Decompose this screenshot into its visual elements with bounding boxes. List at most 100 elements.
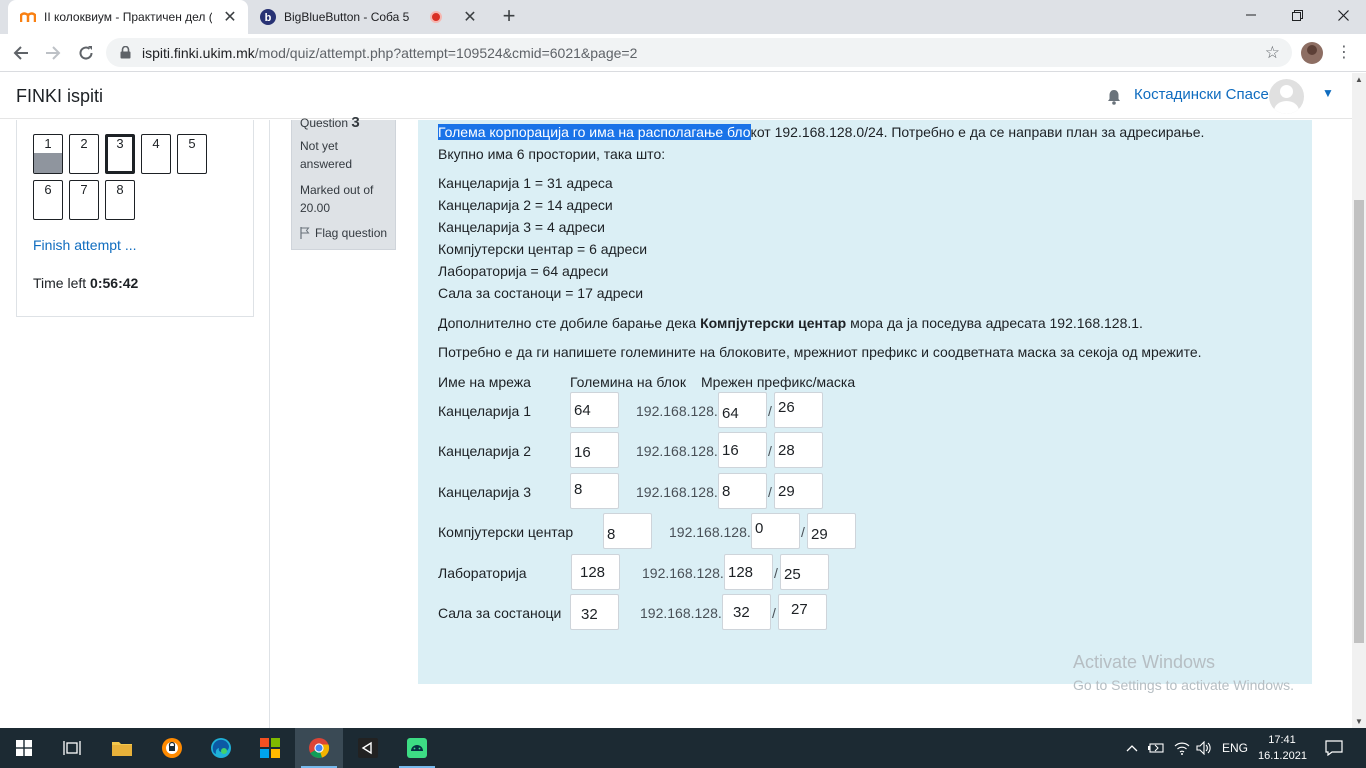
requirement-item: Канцеларија 2 = 14 адреси bbox=[438, 197, 613, 213]
slash-separator: / bbox=[801, 524, 805, 540]
block-size-input[interactable] bbox=[570, 432, 619, 468]
requirement-item: Компјутерски центар = 6 адреси bbox=[438, 241, 648, 257]
recording-icon bbox=[430, 11, 442, 23]
reload-icon[interactable] bbox=[73, 40, 99, 66]
network-prefix-input[interactable] bbox=[724, 554, 773, 590]
network-name: Канцеларија 1 bbox=[438, 403, 531, 419]
browser-menu-icon[interactable]: ⋮ bbox=[1334, 44, 1354, 62]
requirement-item: Сала за состаноци = 17 адреси bbox=[438, 285, 644, 301]
tab-close-icon[interactable]: ✕ bbox=[220, 7, 240, 27]
notification-bell-icon[interactable] bbox=[1106, 89, 1122, 105]
quiz-nav-button-2[interactable]: 2 bbox=[69, 134, 99, 174]
action-center-icon[interactable] bbox=[1325, 728, 1343, 768]
network-prefix-input[interactable] bbox=[718, 473, 767, 509]
show-hidden-icons-icon[interactable] bbox=[1126, 728, 1138, 768]
back-icon[interactable] bbox=[8, 40, 34, 66]
instruction-text: Потребно е да ги напишете големините на … bbox=[438, 344, 1202, 360]
close-window-icon[interactable] bbox=[1320, 0, 1366, 30]
mask-input[interactable] bbox=[774, 392, 823, 428]
network-name: Сала за состаноци bbox=[438, 605, 562, 621]
question-number: Question 3 bbox=[300, 114, 360, 131]
user-name[interactable]: Костадински Спасе bbox=[1134, 86, 1269, 103]
quiz-nav-button-8[interactable]: 8 bbox=[105, 180, 135, 220]
network-name: Лабораторија bbox=[438, 565, 527, 581]
tab-title: BigBlueButton - Соба 5 bbox=[284, 10, 410, 24]
tab-title: II колоквиум - Практичен дел (р bbox=[44, 10, 212, 24]
user-avatar[interactable] bbox=[1269, 79, 1304, 114]
mask-input[interactable] bbox=[774, 473, 823, 509]
question-grade: Marked out of 20.00 bbox=[300, 183, 374, 215]
mask-input[interactable] bbox=[780, 554, 829, 590]
edge-browser-icon[interactable] bbox=[197, 728, 245, 768]
time-left-value: 0:56:42 bbox=[90, 275, 139, 291]
flag-question-link[interactable]: Flag question bbox=[300, 226, 387, 240]
block-size-input[interactable] bbox=[570, 473, 619, 509]
site-name[interactable]: FINKI ispiti bbox=[16, 86, 103, 107]
quiz-nav-button-6[interactable]: 6 bbox=[33, 180, 63, 220]
maximize-icon[interactable] bbox=[1274, 0, 1320, 30]
wifi-icon[interactable] bbox=[1174, 728, 1190, 768]
prefix-text: 192.168.128. bbox=[636, 403, 718, 419]
user-menu-caret-icon[interactable]: ▼ bbox=[1322, 86, 1334, 100]
mask-input[interactable] bbox=[774, 432, 823, 468]
tab-quiz[interactable]: II колоквиум - Практичен дел (р ✕ bbox=[8, 0, 248, 34]
network-name: Канцеларија 2 bbox=[438, 443, 531, 459]
quiz-nav-button-7[interactable]: 7 bbox=[69, 180, 99, 220]
mask-input[interactable] bbox=[807, 513, 856, 549]
network-prefix-input[interactable] bbox=[722, 594, 771, 630]
quiz-nav-button-5[interactable]: 5 bbox=[177, 134, 207, 174]
minimize-icon[interactable] bbox=[1228, 0, 1274, 30]
activate-windows-watermark: Activate Windows Go to Settings to activ… bbox=[1073, 652, 1294, 693]
input-language[interactable]: ENG bbox=[1222, 728, 1248, 768]
browser-profile-avatar[interactable] bbox=[1301, 42, 1323, 64]
lock-icon[interactable] bbox=[118, 46, 132, 60]
tab-close-icon[interactable]: ✕ bbox=[460, 7, 480, 27]
question-content: Голема корпорација го има на располагање… bbox=[418, 120, 1312, 684]
volume-icon[interactable] bbox=[1196, 728, 1212, 768]
quiz-nav-button-4[interactable]: 4 bbox=[141, 134, 171, 174]
scrollbar-thumb[interactable] bbox=[1354, 200, 1364, 643]
file-explorer-icon[interactable] bbox=[98, 728, 146, 768]
network-prefix-input[interactable] bbox=[751, 513, 800, 549]
address-bar[interactable]: ispiti.finki.ukim.mk/mod/quiz/attempt.ph… bbox=[106, 38, 1292, 67]
browser-tab-strip: II колоквиум - Практичен дел (р ✕ b BigB… bbox=[0, 0, 1366, 34]
unity-icon[interactable] bbox=[344, 728, 392, 768]
block-size-input[interactable] bbox=[570, 392, 619, 428]
forward-icon[interactable] bbox=[40, 40, 66, 66]
quiz-nav-button-1[interactable]: 1 bbox=[33, 134, 63, 174]
scroll-up-icon[interactable]: ▲ bbox=[1355, 75, 1363, 84]
mask-input[interactable] bbox=[778, 594, 827, 630]
column-header-prefix: Мрежен префикс/маска bbox=[701, 374, 856, 390]
battery-icon[interactable] bbox=[1148, 728, 1166, 768]
prefix-text: 192.168.128. bbox=[669, 524, 751, 540]
column-header-size: Големина на блок bbox=[570, 374, 686, 390]
vertical-scrollbar[interactable]: ▲ ▼ bbox=[1352, 73, 1366, 728]
slash-separator: / bbox=[768, 484, 772, 500]
requirement-item: Канцеларија 1 = 31 адреса bbox=[438, 175, 613, 191]
block-size-input[interactable] bbox=[571, 554, 620, 590]
windows-taskbar: ENG 17:41 16.1.2021 bbox=[0, 728, 1366, 768]
quiz-nav-button-3[interactable]: 3 bbox=[105, 134, 135, 174]
chrome-icon[interactable] bbox=[295, 728, 343, 768]
android-studio-icon[interactable] bbox=[393, 728, 441, 768]
browser-toolbar: ispiti.finki.ukim.mk/mod/quiz/attempt.ph… bbox=[0, 34, 1366, 72]
prefix-text: 192.168.128. bbox=[640, 605, 722, 621]
block-size-input[interactable] bbox=[603, 513, 652, 549]
tab-bigbluebutton[interactable]: b BigBlueButton - Соба 5 ✕ bbox=[248, 0, 488, 34]
windows-start-icon[interactable] bbox=[0, 728, 48, 768]
vpn-shield-icon[interactable] bbox=[148, 728, 196, 768]
question-info-box: Question 3 Not yet answered Marked out o… bbox=[291, 114, 396, 250]
bookmark-star-icon[interactable]: ☆ bbox=[1265, 43, 1280, 63]
scroll-down-icon[interactable]: ▼ bbox=[1355, 717, 1363, 726]
svg-text:b: b bbox=[265, 12, 272, 24]
store-app-icon[interactable] bbox=[246, 728, 294, 768]
network-prefix-input[interactable] bbox=[718, 392, 767, 428]
block-size-input[interactable] bbox=[570, 594, 619, 630]
finish-attempt-link[interactable]: Finish attempt ... bbox=[33, 237, 136, 253]
moodle-favicon-icon bbox=[20, 9, 36, 25]
new-tab-button[interactable]: + bbox=[496, 5, 522, 29]
network-prefix-input[interactable] bbox=[718, 432, 767, 468]
column-header-name: Име на мрежа bbox=[438, 374, 531, 390]
task-view-icon[interactable] bbox=[48, 728, 96, 768]
taskbar-clock[interactable]: 17:41 16.1.2021 bbox=[1258, 732, 1307, 764]
